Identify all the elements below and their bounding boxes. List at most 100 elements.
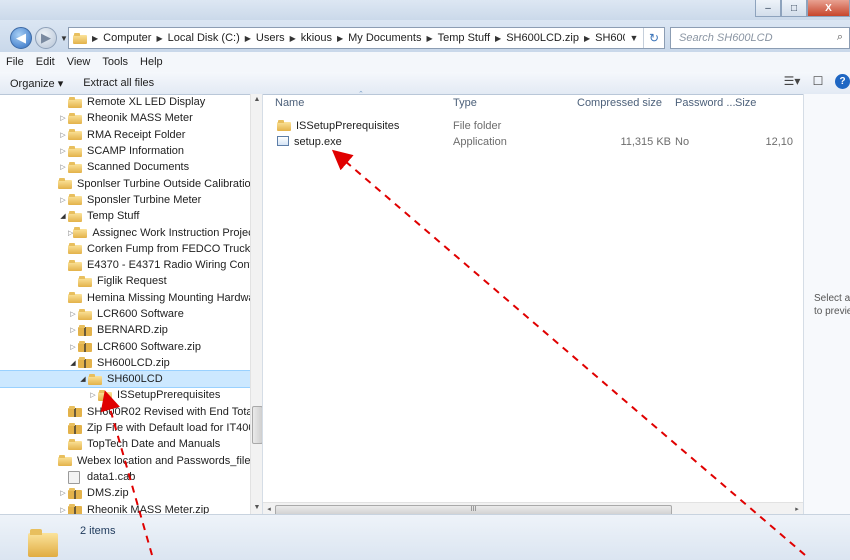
tree-item[interactable]: ◢ SH600LCD.zip [0, 355, 250, 371]
breadcrumb-item[interactable]: Local Disk (C:) [163, 32, 245, 44]
breadcrumb-item[interactable]: Computer [98, 32, 156, 44]
expand-arrow-icon[interactable]: ▷ [88, 391, 98, 399]
back-button[interactable]: ◀ [10, 27, 32, 49]
tree-item[interactable]: TopTech Date and Manuals [0, 436, 250, 452]
menu-tools[interactable]: Tools [96, 56, 134, 68]
menu-help[interactable]: Help [134, 56, 169, 68]
expand-arrow-icon[interactable]: ▷ [68, 326, 78, 334]
tree-item-label: SH600LCD [107, 373, 163, 386]
tree-item[interactable]: ▷ LCR600 Software.zip [0, 338, 250, 354]
tree-item[interactable]: ▷ Rheonik MASS Meter [0, 110, 250, 126]
tree-item[interactable]: Hemina Missing Mounting Hardwar [0, 290, 258, 306]
tree-item[interactable]: ▷ Scanned Documents [0, 159, 250, 175]
expand-arrow-icon[interactable]: ▷ [58, 131, 68, 139]
address-bar[interactable]: ▶ Computer ▶ Local Disk (C:) ▶ Users ▶ kkious ▶ M… [68, 27, 665, 49]
tree-item-label: LCR600 Software.zip [97, 340, 201, 353]
tree-item[interactable]: ▷ DMS.zip [0, 485, 250, 501]
zip-folder-icon [78, 357, 92, 369]
expand-arrow-icon[interactable]: ▷ [58, 114, 68, 122]
forward-button[interactable]: ▶ [35, 27, 57, 49]
folder-icon [98, 389, 112, 401]
close-button[interactable]: X [807, 0, 850, 17]
collapse-arrow-icon[interactable]: ◢ [78, 375, 88, 383]
search-input[interactable]: Search SH600LCD ⌕ [670, 27, 850, 49]
collapse-arrow-icon[interactable]: ◢ [68, 359, 78, 367]
tree-item[interactable]: data1.cab [0, 469, 250, 485]
file-row[interactable]: setup.exe Application 11,315 KB No 12,10 [263, 135, 803, 151]
tree-item[interactable]: Zip File with Default load for IT400.Z [0, 420, 262, 436]
maximize-button[interactable]: □ [781, 0, 807, 17]
file-row[interactable]: ISSetupPrerequisites File folder [263, 119, 803, 135]
column-header-size[interactable]: Size [735, 97, 756, 109]
folder-icon [68, 438, 82, 450]
tree-item-label: E4370 - E4371 Radio Wiring Configur [87, 259, 263, 272]
folder-icon [68, 145, 82, 157]
breadcrumb-item[interactable]: Temp Stuff [433, 32, 495, 44]
tree-item[interactable]: ▷ Rheonik MASS Meter.zip [0, 501, 250, 514]
tree-item[interactable]: ◢ Temp Stuff [0, 208, 250, 224]
zip-folder-icon [78, 341, 92, 353]
zip-folder-icon [78, 324, 92, 336]
recent-pages-dropdown[interactable]: ▼ [60, 34, 68, 43]
address-dropdown-button[interactable]: ▼ [625, 33, 643, 43]
breadcrumb-item[interactable]: Users [251, 32, 290, 44]
breadcrumb-item[interactable]: My Documents [343, 32, 426, 44]
file-size: 12,10 [765, 136, 793, 148]
tree-item[interactable]: ▷ LCR600 Software [0, 306, 250, 322]
menu-view[interactable]: View [61, 56, 97, 68]
breadcrumb-item[interactable]: SH600LCD [590, 32, 625, 44]
preview-pane: Select a fi to previev [803, 94, 850, 514]
navigation-bar: ◀ ▶ ▼ ▶ Computer ▶ Local Disk (C:) ▶ Users ▶ kk… [0, 20, 850, 52]
menu-edit[interactable]: Edit [30, 56, 61, 68]
tree-item[interactable]: ▷ ISSetupPrerequisites [0, 387, 250, 403]
expand-arrow-icon[interactable]: ▷ [68, 310, 78, 318]
minimize-button[interactable]: – [755, 0, 781, 17]
collapse-arrow-icon[interactable]: ◢ [58, 212, 68, 220]
column-header-password[interactable]: Password ... [675, 97, 736, 109]
expand-arrow-icon[interactable]: ▷ [58, 147, 68, 155]
folder-icon [73, 227, 88, 239]
tree-item[interactable]: ▷ Sponsler Turbine Meter [0, 192, 250, 208]
folder-icon [68, 161, 82, 173]
folder-icon [58, 178, 72, 190]
preview-pane-icon[interactable]: ☐ [809, 74, 827, 90]
tree-item[interactable]: ▷ SCAMP Information [0, 143, 250, 159]
search-placeholder: Search SH600LCD [679, 32, 773, 44]
tree-item[interactable]: Figlik Request [0, 273, 250, 289]
tree-item[interactable]: Sponlser Turbine Outside Calibration L [0, 175, 262, 191]
tree-item[interactable]: ▷ Assignec Work Instruction Projects [0, 224, 262, 240]
tree-item[interactable]: ▷ RMA Receipt Folder [0, 127, 250, 143]
column-header-compressed-size[interactable]: Compressed size [577, 97, 662, 109]
refresh-button[interactable]: ↻ [643, 28, 664, 48]
tree-item-label: LCR600 Software [97, 308, 184, 320]
navigation-pane-scrollbar[interactable]: ▲ ▼ [250, 94, 262, 514]
breadcrumb-item[interactable]: SH600LCD.zip [501, 32, 584, 44]
scroll-down-button[interactable]: ▼ [251, 502, 262, 514]
help-icon[interactable]: ? [835, 74, 850, 89]
tree-item[interactable]: ▷ BERNARD.zip [0, 322, 250, 338]
expand-arrow-icon[interactable]: ▷ [58, 196, 68, 204]
tree-item[interactable]: Corken Fump from FEDCO Truck [0, 241, 250, 257]
preview-message-line2: to previev [814, 306, 850, 317]
tree-item[interactable]: ◢ SH600LCD [0, 370, 251, 389]
tree-item[interactable]: Webex location and Passwords_files [0, 453, 256, 469]
view-options-icon[interactable]: ☰▾ [783, 74, 801, 90]
tree-item[interactable]: E4370 - E4371 Radio Wiring Configur [0, 257, 262, 273]
breadcrumb-item[interactable]: kkious [296, 32, 337, 44]
expand-arrow-icon[interactable]: ▷ [58, 489, 68, 497]
menu-file[interactable]: File [0, 56, 30, 68]
expand-arrow-icon[interactable]: ▷ [58, 506, 68, 514]
tree-item[interactable]: SH600R02 Revised with End Totalizer [0, 404, 262, 420]
expand-arrow-icon[interactable]: ▷ [68, 343, 78, 351]
expand-arrow-icon[interactable]: ▷ [58, 163, 68, 171]
search-icon[interactable]: ⌕ [837, 31, 843, 44]
folder-icon [68, 194, 82, 206]
scroll-up-button[interactable]: ▲ [251, 94, 262, 106]
column-header-name[interactable]: Name [275, 97, 304, 109]
tree-item[interactable]: Remote XL LED Display [0, 94, 250, 110]
organize-button[interactable]: Organize ▾ [0, 77, 73, 90]
column-header-type[interactable]: Type [453, 97, 477, 109]
extract-all-files-button[interactable]: Extract all files [73, 77, 164, 89]
item-count: 2 items [80, 525, 116, 537]
scroll-thumb[interactable] [252, 406, 262, 444]
